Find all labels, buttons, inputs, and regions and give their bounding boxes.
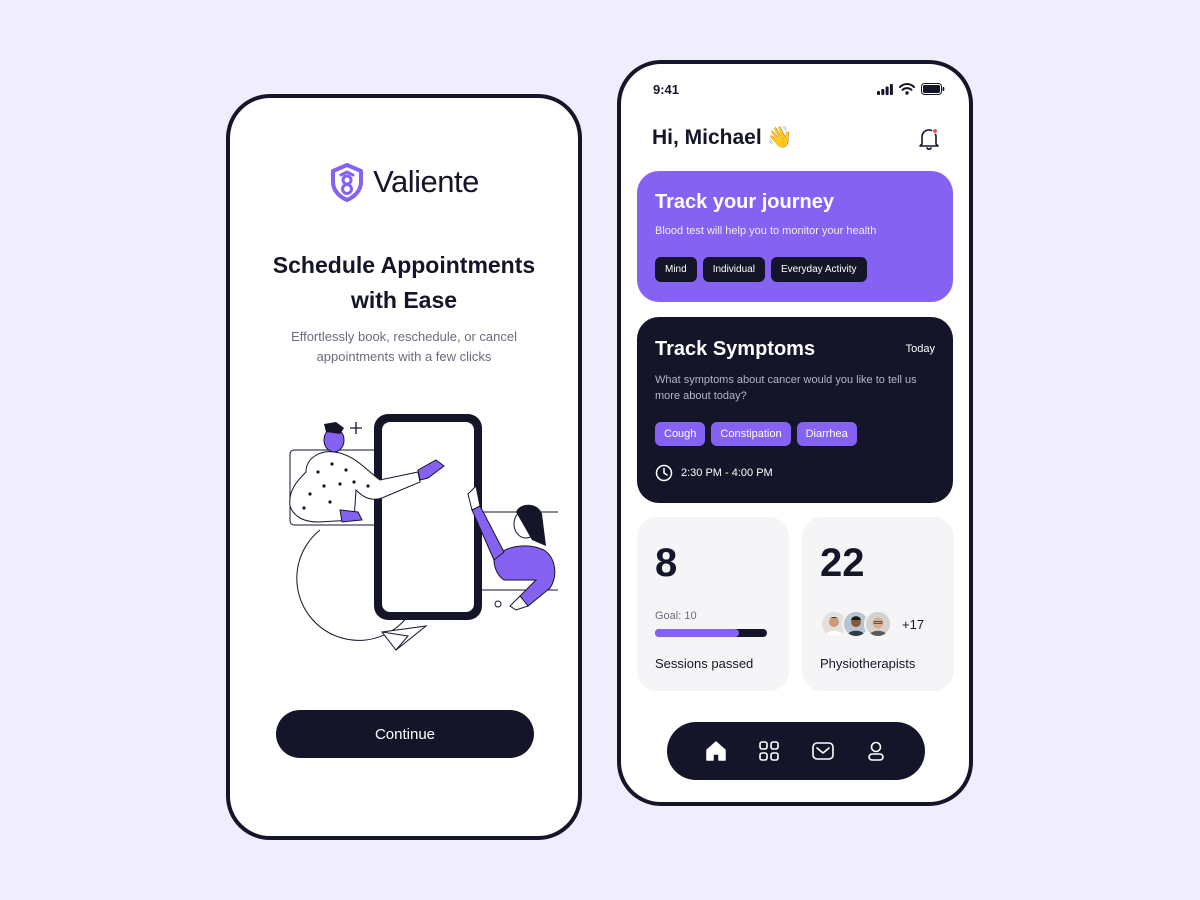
- wifi-icon: [899, 83, 915, 95]
- track-symptoms-card[interactable]: Track Symptoms Today What symptoms about…: [637, 317, 953, 503]
- profile-icon: [868, 741, 885, 761]
- more-physio-count: +17: [902, 616, 925, 632]
- sessions-count: 8: [655, 541, 678, 585]
- battery-icon: [921, 83, 945, 95]
- nav-grid[interactable]: [754, 736, 784, 766]
- home-icon: [706, 741, 726, 761]
- chip-constipation[interactable]: Constipation: [711, 422, 791, 446]
- symptoms-question: What symptoms about cancer would you lik…: [655, 374, 917, 402]
- journey-title: Track your journey: [655, 191, 834, 213]
- brand-logo: Valiente: [230, 162, 578, 202]
- nav-home[interactable]: [701, 736, 731, 766]
- onboarding-screen: Valiente Schedule Appointments with Ease…: [226, 94, 582, 840]
- appointment-illustration: [289, 414, 558, 651]
- nav-mail[interactable]: [808, 736, 838, 766]
- clock-icon: [655, 464, 673, 482]
- mail-icon: [811, 742, 834, 760]
- symptoms-time: 2:30 PM - 4:00 PM: [655, 464, 773, 482]
- signal-icon: [877, 83, 893, 95]
- chip-cough[interactable]: Cough: [655, 422, 706, 446]
- symptoms-title: Track Symptoms: [655, 338, 816, 360]
- shield-logo-icon: [331, 163, 364, 202]
- chip-everyday-activity[interactable]: Everyday Activity: [770, 257, 867, 282]
- time-range: 2:30 PM - 4:00 PM: [681, 467, 773, 479]
- journey-chips: Mind Individual Everyday Activity: [655, 257, 867, 282]
- nav-profile[interactable]: [861, 736, 891, 766]
- logo-text: Valiente: [373, 164, 479, 199]
- dashboard-screen: 9:41 Hi, Michael 👋 Track your journey Bl…: [617, 60, 973, 806]
- chip-individual[interactable]: Individual: [702, 257, 765, 282]
- greeting-text: Hi, Michael: [652, 126, 762, 149]
- chip-diarrhea[interactable]: Diarrhea: [796, 422, 857, 446]
- chip-mind[interactable]: Mind: [655, 257, 697, 282]
- symptoms-date-label: Today: [905, 343, 935, 355]
- sessions-label: Sessions passed: [655, 656, 754, 671]
- onboarding-title: Schedule Appointments with Ease: [272, 252, 536, 313]
- wave-emoji: 👋: [766, 126, 793, 149]
- goal-label: Goal: 10: [655, 610, 697, 622]
- physiotherapists-card[interactable]: 22 +17 Physiotherapists: [802, 517, 954, 691]
- avatar: [864, 610, 892, 638]
- onboarding-subtitle: Effortlessly book, reschedule, or cancel…: [291, 329, 517, 364]
- avatar-group: +17: [820, 610, 924, 638]
- greeting: Hi, Michael 👋: [652, 126, 793, 150]
- status-bar: 9:41: [653, 80, 945, 100]
- sessions-progress-bar: [655, 629, 767, 637]
- bell-icon[interactable]: [917, 126, 941, 152]
- sessions-card[interactable]: 8 Goal: 10 Sessions passed: [637, 517, 789, 691]
- track-journey-card[interactable]: Track your journey Blood test will help …: [637, 171, 953, 302]
- sessions-progress-fill: [655, 629, 739, 637]
- physio-count: 22: [820, 541, 865, 585]
- bottom-nav: [667, 722, 925, 780]
- symptom-chips: Cough Constipation Diarrhea: [655, 422, 857, 446]
- grid-icon: [759, 741, 780, 761]
- journey-subtitle: Blood test will help you to monitor your…: [655, 225, 877, 237]
- physio-label: Physiotherapists: [820, 656, 916, 671]
- status-time: 9:41: [653, 82, 680, 97]
- continue-button[interactable]: Continue: [276, 710, 534, 758]
